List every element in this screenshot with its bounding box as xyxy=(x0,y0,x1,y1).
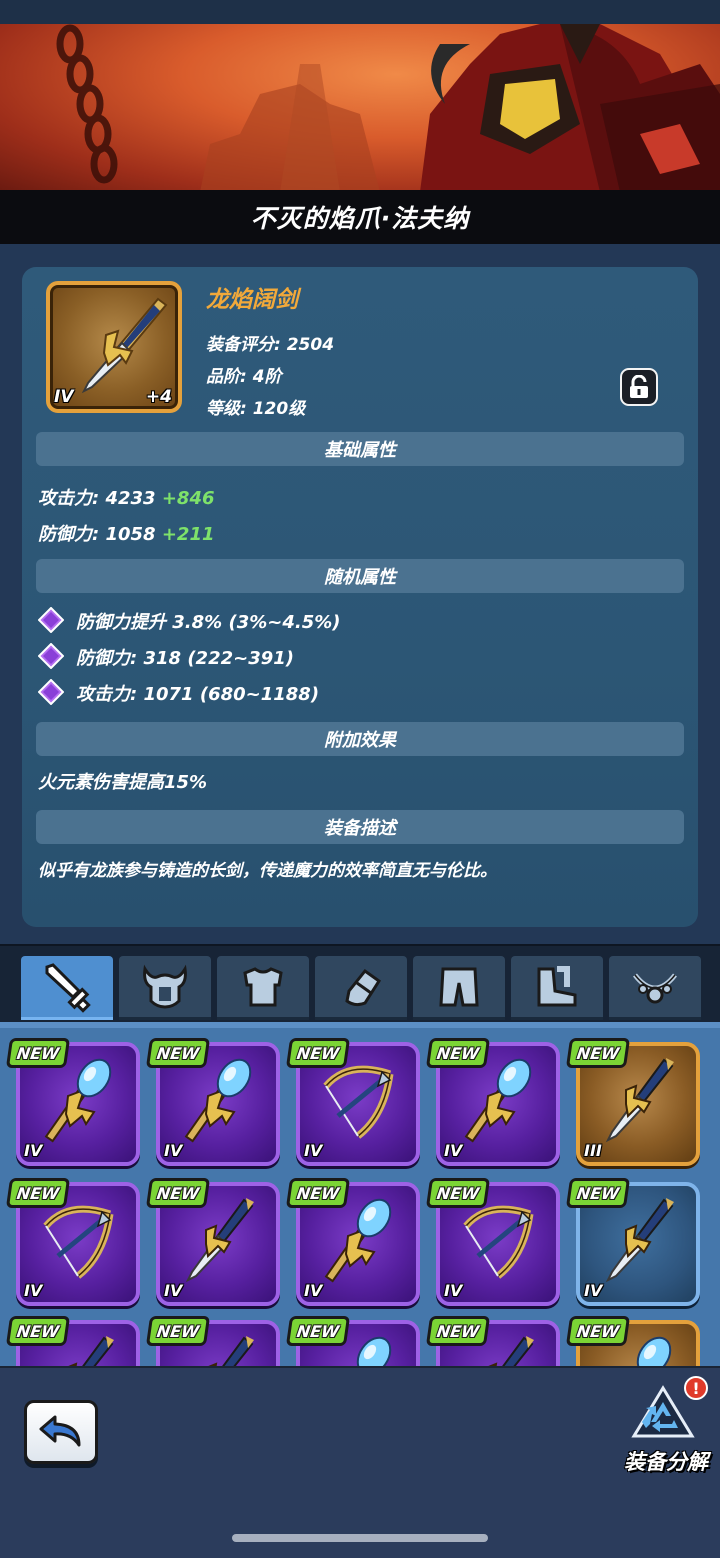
home-indicator xyxy=(232,1534,488,1542)
section-extra-effect: 附加效果 xyxy=(36,722,684,756)
item-name: 龙焰阔剑 xyxy=(206,287,298,313)
slot-tier-badge: IV xyxy=(304,1141,323,1160)
slot-tier-badge: IV xyxy=(304,1281,323,1300)
hero-name: 不灭的焰爪·法夫纳 xyxy=(250,204,470,233)
sword-icon xyxy=(605,1058,674,1143)
staff-icon xyxy=(324,1198,392,1283)
salvage-label: 装备分解 xyxy=(624,1450,708,1474)
new-badge: NEW xyxy=(285,1038,351,1068)
item-level: 等级: 120级 xyxy=(206,399,306,419)
tab-weapon[interactable] xyxy=(21,956,113,1020)
purple-gem-icon xyxy=(38,643,64,669)
new-badge: NEW xyxy=(285,1316,351,1346)
slot-tier-badge: IV xyxy=(24,1141,43,1160)
section-random-attributes: 随机属性 xyxy=(36,559,684,593)
new-badge: NEW xyxy=(145,1178,211,1208)
hero-art xyxy=(56,24,720,192)
selected-item-icon: IV +4 xyxy=(46,281,182,413)
item-score: 装备评分: 2504 xyxy=(206,335,335,355)
new-badge: NEW xyxy=(285,1178,351,1208)
chest-armor-icon xyxy=(243,966,283,1006)
helmet-icon xyxy=(143,964,187,1009)
slot-tier-badge: IV xyxy=(164,1281,183,1300)
base-attr-defense: 防御力: 1058 +211 xyxy=(38,524,215,545)
section-base-attributes: 基础属性 xyxy=(36,432,684,466)
notification-badge: ! xyxy=(684,1376,708,1400)
new-badge: NEW xyxy=(5,1178,71,1208)
bow-icon xyxy=(463,1205,534,1279)
tab-necklace[interactable] xyxy=(609,956,701,1020)
random-attr-row: 防御力提升 3.8% (3%~4.5%) xyxy=(76,612,341,633)
base-attr-attack: 攻击力: 4233 +846 xyxy=(38,488,215,509)
back-arrow-icon xyxy=(39,1415,81,1447)
new-badge: NEW xyxy=(145,1038,211,1068)
staff-icon xyxy=(464,1058,532,1143)
bow-icon xyxy=(43,1205,114,1279)
boots-icon xyxy=(537,965,577,1006)
bow-icon xyxy=(323,1065,394,1139)
new-badge: NEW xyxy=(565,1038,631,1068)
item-tier-badge: IV xyxy=(54,387,74,407)
item-grade: 品阶: 4阶 xyxy=(206,367,282,387)
inventory-grid: IV NEW IV NEW IV NEW IV NEW III NEW IV NEW IV NEW IV NE… xyxy=(0,1022,720,1366)
section-description: 装备描述 xyxy=(36,810,684,844)
purple-gem-icon xyxy=(38,607,64,633)
leg-armor-icon xyxy=(439,967,479,1006)
salvage-equipment-button[interactable]: ! 装备分解 xyxy=(612,1376,720,1480)
new-badge: NEW xyxy=(145,1316,211,1346)
new-badge: NEW xyxy=(5,1316,71,1346)
lock-toggle-button[interactable] xyxy=(620,368,658,406)
slot-tier-badge: IV xyxy=(444,1141,463,1160)
tab-boots[interactable] xyxy=(511,956,603,1020)
new-badge: NEW xyxy=(565,1316,631,1346)
new-badge: NEW xyxy=(565,1178,631,1208)
staff-icon xyxy=(184,1058,252,1143)
tab-helmet[interactable] xyxy=(119,956,211,1020)
staff-icon xyxy=(44,1058,112,1143)
description-text: 似乎有龙族参与铸造的长剑，传递魔力的效率简直无与伦比。 xyxy=(38,861,497,881)
slot-tier-badge: III xyxy=(584,1141,602,1160)
purple-gem-icon xyxy=(38,679,64,705)
back-button[interactable] xyxy=(24,1400,98,1464)
gauntlet-icon xyxy=(345,968,382,1006)
random-attr-row: 防御力: 318 (222~391) xyxy=(76,648,295,669)
tab-leg-armor[interactable] xyxy=(413,956,505,1020)
tab-gauntlet[interactable] xyxy=(315,956,407,1020)
slot-tier-badge: IV xyxy=(164,1141,183,1160)
slot-tier-badge: IV xyxy=(584,1281,603,1300)
sword-icon xyxy=(605,1198,674,1283)
slot-tier-badge: IV xyxy=(24,1281,43,1300)
new-badge: NEW xyxy=(5,1038,71,1068)
sword-icon xyxy=(185,1198,254,1283)
sword-icon xyxy=(45,962,91,1013)
extra-effect-text: 火元素伤害提高15% xyxy=(38,772,208,793)
item-enhance-level: +4 xyxy=(145,387,172,407)
unlock-icon xyxy=(630,375,648,398)
new-badge: NEW xyxy=(425,1316,491,1346)
random-attr-row: 攻击力: 1071 (680~1188) xyxy=(76,684,320,705)
hero-banner xyxy=(0,24,720,192)
new-badge: NEW xyxy=(425,1178,491,1208)
status-bar xyxy=(0,0,720,24)
necklace-icon xyxy=(633,972,677,1003)
hero-title-bar: 不灭的焰爪·法夫纳 xyxy=(0,190,720,244)
slot-tier-badge: IV xyxy=(444,1281,463,1300)
new-badge: NEW xyxy=(425,1038,491,1068)
tab-chest-armor[interactable] xyxy=(217,956,309,1020)
